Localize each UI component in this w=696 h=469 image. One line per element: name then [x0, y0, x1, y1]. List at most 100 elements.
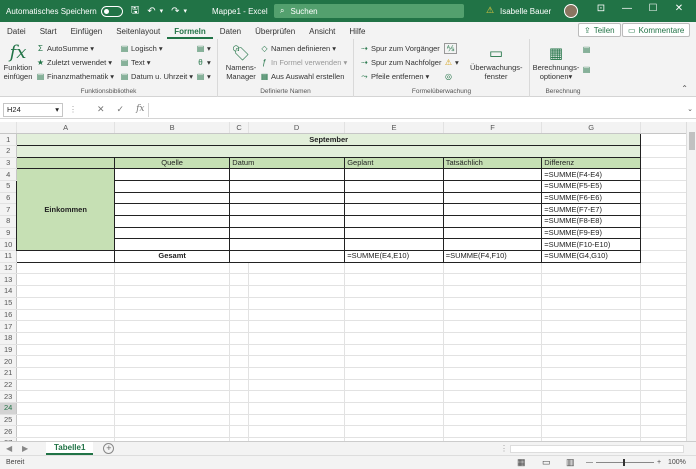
cell-h[interactable]: [640, 133, 691, 146]
cell[interactable]: [443, 297, 543, 310]
cell[interactable]: [443, 355, 543, 368]
cell[interactable]: [229, 332, 249, 345]
cell-differenz[interactable]: =SUMME(F4-E4): [541, 168, 641, 181]
cell[interactable]: [344, 355, 444, 368]
cell[interactable]: [541, 402, 641, 415]
cell[interactable]: [114, 425, 231, 439]
cancel-icon[interactable]: ✕: [97, 104, 105, 115]
name-manager-button[interactable]: 🏷 Namens- Manager: [224, 43, 258, 81]
column-header-c[interactable]: C: [229, 122, 249, 135]
cell-quelle[interactable]: [114, 226, 231, 240]
row-header-17[interactable]: 17: [0, 320, 18, 333]
maximize-icon[interactable]: ☐: [640, 3, 666, 14]
cell[interactable]: [114, 390, 231, 403]
cell[interactable]: [640, 297, 691, 310]
label-cell[interactable]: [16, 156, 116, 170]
cell[interactable]: [640, 390, 691, 403]
comments-button[interactable]: ▭ Kommentare: [622, 23, 691, 37]
autosave-toggle[interactable]: [100, 5, 123, 17]
cell[interactable]: [16, 414, 116, 427]
cell[interactable]: [248, 355, 346, 368]
cell-tatsaechlich[interactable]: [442, 191, 543, 205]
cell-datum[interactable]: [229, 226, 346, 240]
evaluate-formula-button[interactable]: ◎: [444, 72, 453, 81]
cell-quelle[interactable]: [114, 179, 231, 193]
minimize-icon[interactable]: —: [614, 3, 640, 14]
cell[interactable]: [248, 390, 346, 403]
fx-icon[interactable]: fx: [136, 104, 144, 115]
cell[interactable]: [248, 320, 346, 333]
collapse-ribbon-icon[interactable]: ⌃: [681, 84, 688, 93]
cell-quelle[interactable]: [114, 203, 231, 216]
cell[interactable]: [16, 273, 116, 287]
row-header-15[interactable]: 15: [0, 297, 18, 310]
cell-geplant[interactable]: [344, 226, 444, 240]
cell[interactable]: [16, 425, 116, 439]
cell[interactable]: [640, 402, 691, 415]
cell[interactable]: [16, 344, 116, 357]
cell-h[interactable]: [640, 168, 691, 181]
row-header-5[interactable]: 5: [0, 180, 18, 193]
vertical-scrollbar[interactable]: [686, 122, 696, 441]
row-header-19[interactable]: 19: [0, 344, 18, 357]
cell[interactable]: [344, 320, 444, 333]
cell[interactable]: [344, 425, 444, 439]
cell-datum[interactable]: [229, 191, 346, 205]
insert-function-button[interactable]: fx Funktion einfügen: [3, 43, 33, 82]
cell[interactable]: [640, 273, 691, 287]
customize-quick-access-icon[interactable]: ▾: [184, 7, 188, 15]
column-header-e[interactable]: E: [344, 122, 444, 135]
math-button[interactable]: θ ▾: [196, 58, 211, 67]
more-functions-button[interactable]: ▤ ▾: [196, 72, 211, 81]
row-header-9[interactable]: 9: [0, 227, 18, 240]
header-tatsaechlich[interactable]: Tatsächlich: [442, 156, 543, 170]
column-header-g[interactable]: G: [541, 122, 641, 135]
cell-total-differenz[interactable]: =SUMME(G4,G10): [541, 250, 641, 263]
cell-geplant[interactable]: [344, 191, 444, 205]
row-header-20[interactable]: 20: [0, 355, 18, 368]
cell[interactable]: [640, 309, 691, 322]
cell[interactable]: [248, 262, 346, 275]
zoom-slider[interactable]: [596, 459, 654, 466]
cell[interactable]: [344, 297, 444, 310]
select-all-corner[interactable]: [0, 122, 18, 135]
cell[interactable]: [248, 273, 346, 287]
cell[interactable]: [229, 425, 249, 439]
zoom-level[interactable]: 100%: [668, 459, 686, 466]
cell[interactable]: [16, 390, 116, 403]
warning-icon[interactable]: ⚠: [486, 5, 494, 16]
next-sheet-icon[interactable]: ▶: [22, 444, 28, 453]
cell[interactable]: [344, 367, 444, 380]
row-header-7[interactable]: 7: [0, 203, 18, 216]
lookup-button[interactable]: ▤ ▾: [196, 44, 211, 53]
name-box[interactable]: H24 ▾: [3, 102, 63, 117]
cell-h[interactable]: [640, 250, 691, 263]
cell-h[interactable]: [640, 180, 691, 193]
cell-quelle[interactable]: [114, 215, 231, 228]
cell[interactable]: [640, 355, 691, 368]
cell[interactable]: [229, 309, 249, 322]
cell[interactable]: [640, 262, 691, 275]
cell[interactable]: [229, 320, 249, 333]
trace-dependents-button[interactable]: ⇢ Spur zum Nachfolger: [360, 58, 441, 67]
cell[interactable]: [229, 285, 249, 298]
cell[interactable]: [541, 273, 641, 287]
cell[interactable]: [541, 262, 641, 275]
row-header-21[interactable]: 21: [0, 367, 18, 380]
cell-tatsaechlich[interactable]: [442, 226, 543, 240]
sheet-title-cell[interactable]: September: [16, 133, 641, 146]
enter-icon[interactable]: ✓: [117, 104, 125, 115]
cell-total-geplant[interactable]: =SUMME(E4,E10): [344, 250, 444, 263]
cell[interactable]: [248, 332, 346, 345]
cell[interactable]: [640, 379, 691, 392]
cell[interactable]: [541, 425, 641, 439]
cell-h[interactable]: [640, 215, 691, 228]
cell[interactable]: [344, 390, 444, 403]
cell[interactable]: [443, 309, 543, 322]
cell-geplant[interactable]: [344, 179, 444, 193]
cell[interactable]: [443, 273, 543, 287]
cell[interactable]: [344, 402, 444, 415]
cell-a11[interactable]: [16, 250, 116, 263]
formula-input[interactable]: [148, 103, 684, 117]
cell-quelle[interactable]: [114, 191, 231, 205]
